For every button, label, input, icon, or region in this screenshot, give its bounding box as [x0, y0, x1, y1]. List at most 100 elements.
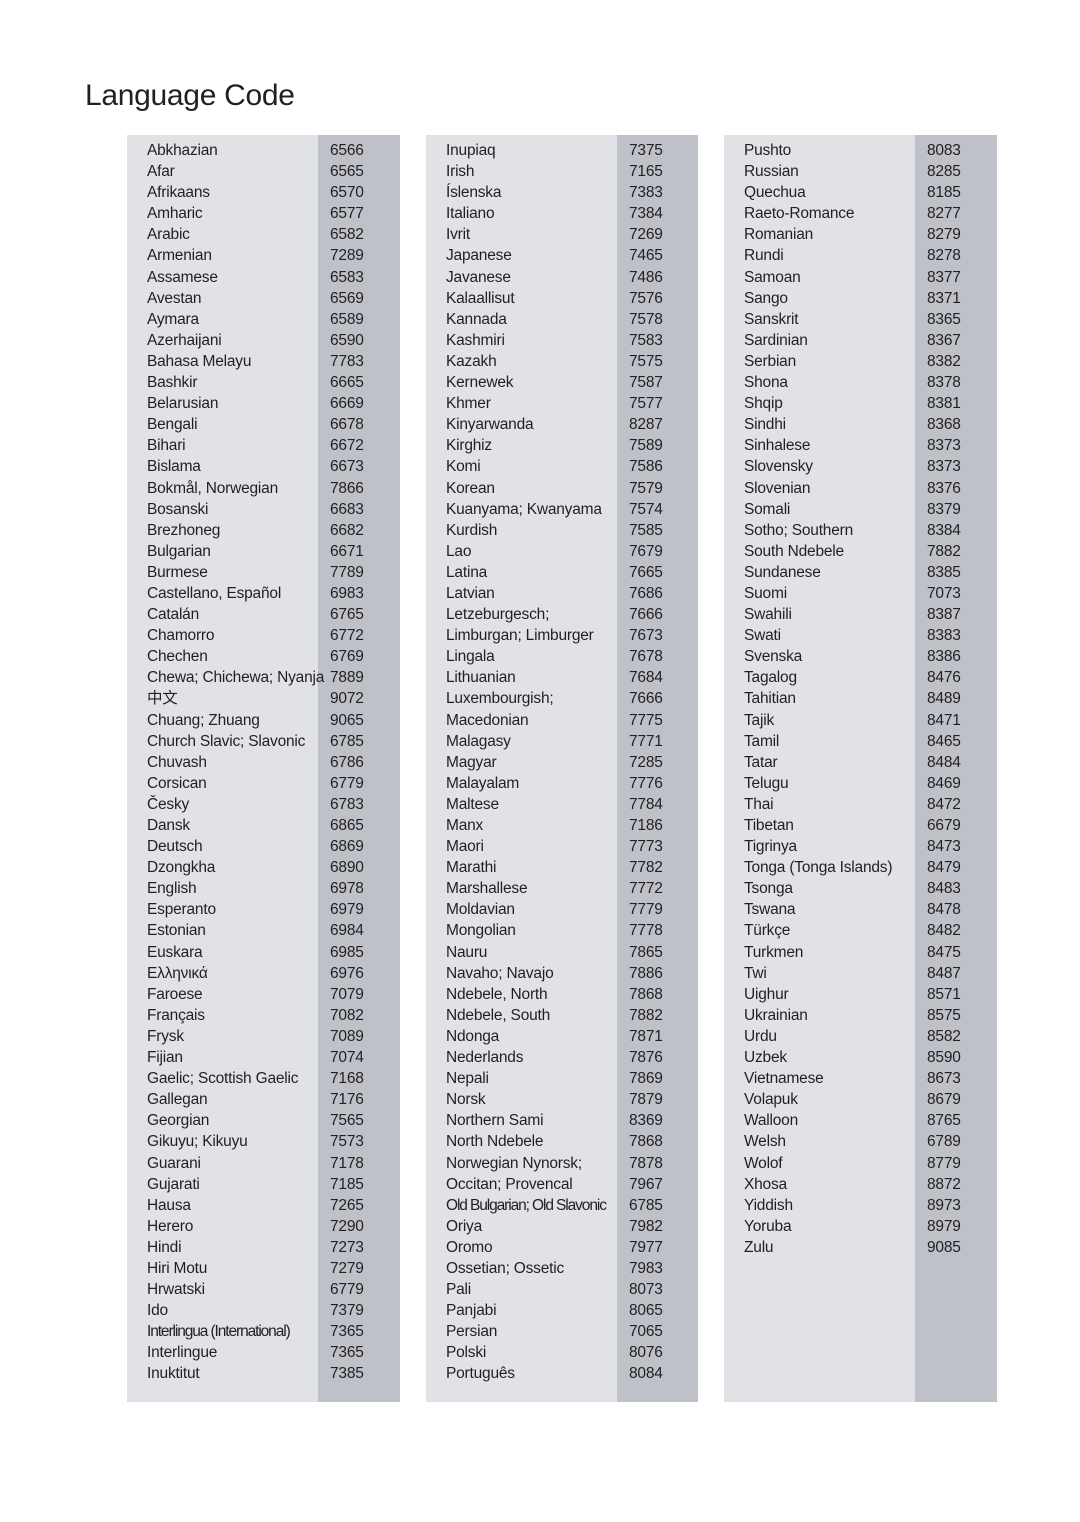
language-row: Esperanto 6979 — [127, 899, 400, 920]
language-row: Bulgarian 6671 — [127, 541, 400, 562]
language-name: Shona — [744, 374, 788, 392]
language-row: Catalán 6765 — [127, 604, 400, 625]
language-row: Brezhoneg 6682 — [127, 520, 400, 541]
language-name: Italiano — [446, 205, 495, 223]
language-row: Uzbek 8590 — [724, 1047, 997, 1068]
language-code: 8387 — [927, 606, 961, 624]
language-code: 6984 — [330, 922, 364, 940]
language-name: Nederlands — [446, 1049, 524, 1067]
language-name: Hrwatski — [147, 1281, 205, 1299]
language-code: 7665 — [629, 563, 663, 581]
language-row: Polski 8076 — [426, 1342, 698, 1363]
language-name: Chuang; Zhuang — [147, 711, 260, 729]
language-row: Kurdish 7585 — [426, 520, 698, 541]
language-name: Tswana — [744, 901, 796, 919]
language-row: Chamorro 6772 — [127, 625, 400, 646]
language-name: Pushto — [744, 142, 792, 159]
language-code: 6682 — [330, 521, 364, 539]
language-name: Irish — [446, 163, 475, 181]
language-code: 8287 — [629, 416, 663, 434]
language-code: 8483 — [927, 880, 961, 898]
language-row: Sardinian 8367 — [724, 330, 997, 351]
language-code: 7771 — [629, 732, 663, 750]
language-name: Somali — [744, 500, 791, 518]
language-row: Gallegan 7176 — [127, 1089, 400, 1110]
language-code: 7977 — [629, 1238, 663, 1256]
language-code: 6570 — [330, 184, 364, 202]
language-name: Tamil — [744, 732, 780, 750]
language-code: 7486 — [629, 268, 663, 286]
language-name: Ndebele, North — [446, 985, 548, 1003]
language-row: English 6978 — [127, 878, 400, 899]
language-row: Quechua 8185 — [724, 182, 997, 203]
language-code: 6679 — [927, 817, 961, 834]
language-row: Bengali 6678 — [127, 414, 400, 435]
language-code: 6671 — [330, 542, 364, 560]
language-row: Interlingue 7365 — [127, 1342, 400, 1363]
language-name: Türkçe — [744, 922, 791, 940]
language-code: 8285 — [927, 163, 961, 181]
language-code: 7878 — [629, 1154, 663, 1172]
language-row: Navaho; Navajo 7886 — [426, 963, 698, 984]
language-name: Ελληνικά — [147, 964, 208, 982]
language-name: Esperanto — [147, 901, 216, 919]
language-name: Bashkir — [147, 374, 198, 392]
language-name: Kannada — [446, 310, 507, 328]
language-code: 7178 — [330, 1154, 364, 1172]
language-name: Mongolian — [446, 922, 516, 940]
language-name: Frysk — [147, 1027, 184, 1045]
language-row: Gujarati 7185 — [127, 1174, 400, 1195]
language-name: Interlingua (International) — [147, 1323, 291, 1341]
language-name: Česky — [147, 795, 190, 813]
language-row: Burmese 7789 — [127, 562, 400, 583]
language-code: 7982 — [629, 1217, 663, 1235]
language-row: Tswana 8478 — [724, 899, 997, 920]
language-row: Sindhi 8368 — [724, 414, 997, 435]
language-row: Nauru 7865 — [426, 942, 698, 963]
language-name: Oriya — [446, 1217, 483, 1235]
language-row: Afar 6565 — [127, 161, 400, 182]
language-code: 7579 — [629, 479, 663, 497]
language-name: Serbian — [744, 352, 797, 370]
language-name: Wolof — [744, 1154, 783, 1172]
language-name: Moldavian — [446, 901, 515, 919]
language-row: Welsh 6789 — [724, 1131, 997, 1152]
language-code: 8367 — [927, 331, 961, 349]
language-row: Kannada 7578 — [426, 309, 698, 330]
language-row: Shona 8378 — [724, 372, 997, 393]
language-row: Bosanski 6683 — [127, 499, 400, 520]
language-name: Latvian — [446, 584, 495, 602]
language-code: 6590 — [330, 331, 364, 349]
language-code: 8278 — [927, 247, 961, 265]
language-row: Letzeburgesch; 7666 — [426, 604, 698, 625]
language-code: 8575 — [927, 1006, 961, 1024]
language-row: Irish 7165 — [426, 161, 698, 182]
language-code: 7983 — [629, 1259, 663, 1277]
language-row: Euskara 6985 — [127, 942, 400, 963]
language-row: Português 8084 — [426, 1363, 698, 1384]
language-code: 6678 — [330, 416, 364, 434]
language-row: Norwegian Nynorsk; 7878 — [426, 1153, 698, 1174]
language-name: Ossetian; Ossetic — [446, 1259, 565, 1277]
language-code: 7273 — [330, 1238, 364, 1256]
language-name: Swati — [744, 627, 781, 645]
language-name: Khmer — [446, 395, 491, 413]
language-code: 9072 — [330, 690, 364, 708]
language-row: Avestan 6569 — [127, 288, 400, 309]
language-name: Afar — [147, 163, 175, 181]
language-code: 7886 — [629, 964, 663, 982]
language-name: Thai — [744, 795, 774, 813]
language-name: Lao — [446, 542, 472, 560]
language-code: 6673 — [330, 458, 364, 476]
language-name: Bihari — [147, 437, 186, 455]
language-name: Belarusian — [147, 395, 219, 413]
language-name: Kashmiri — [446, 331, 505, 349]
language-code: 7866 — [330, 479, 364, 497]
language-code: 7290 — [330, 1217, 364, 1235]
language-name: Hindi — [147, 1238, 182, 1256]
language-row: Swahili 8387 — [724, 604, 997, 625]
language-name: Russian — [744, 163, 799, 181]
language-code: 7779 — [629, 901, 663, 919]
language-code: 7575 — [629, 352, 663, 370]
language-name: Armenian — [147, 247, 212, 265]
